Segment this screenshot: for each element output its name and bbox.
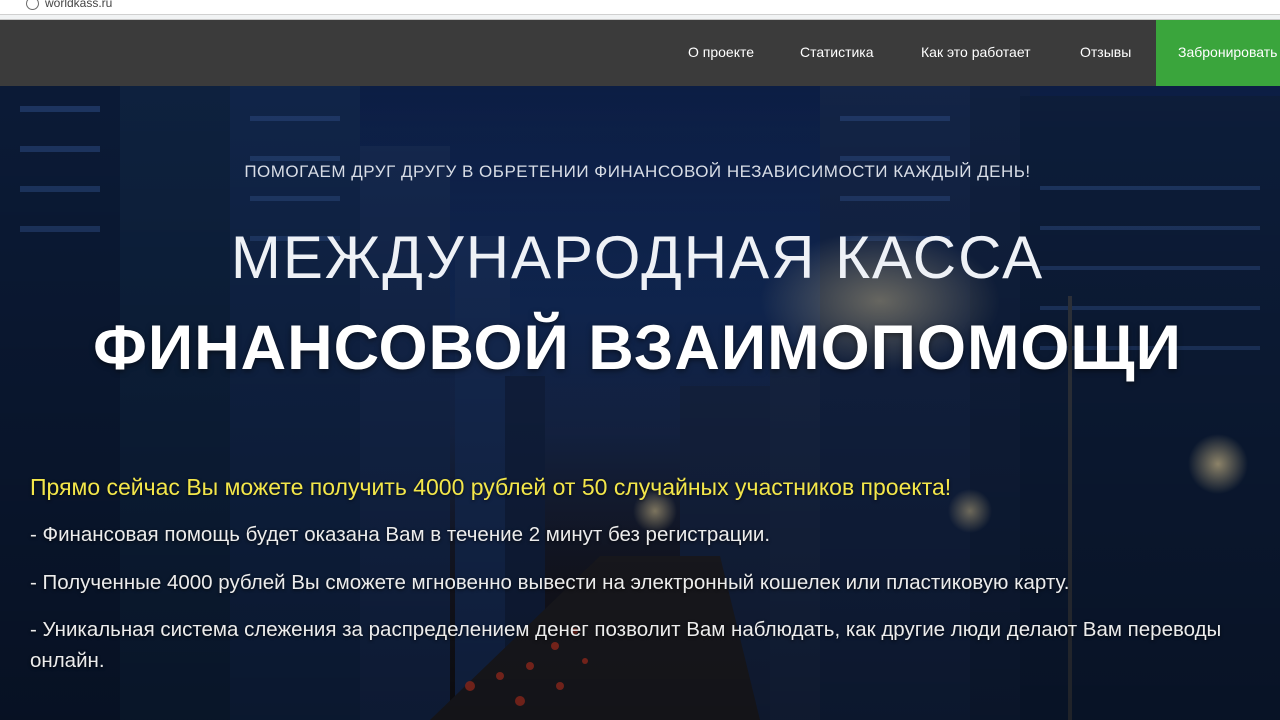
url-field[interactable]: worldkass.ru — [0, 0, 1280, 15]
book-button[interactable]: Забронировать — [1156, 20, 1280, 86]
nav-item-how-it-works[interactable]: Как это работает — [921, 20, 1031, 86]
nav-item-statistics[interactable]: Статистика — [800, 20, 874, 86]
nav-item-reviews[interactable]: Отзывы — [1080, 20, 1131, 86]
browser-address-bar: worldkass.ru — [0, 0, 1280, 20]
nav-item-about[interactable]: О проекте — [688, 20, 754, 86]
site-header: О проекте Статистика Как это работает От… — [0, 20, 1280, 86]
info-icon[interactable] — [26, 0, 39, 10]
hero-tagline: ПОМОГАЕМ ДРУГ ДРУГУ В ОБРЕТЕНИИ ФИНАНСОВ… — [244, 162, 1031, 181]
offer-text: Прямо сейчас Вы можете получить 4000 руб… — [30, 474, 952, 500]
benefit-item: - Уникальная система слежения за распред… — [30, 618, 1222, 672]
benefit-item: - Полученные 4000 рублей Вы сможете мгно… — [30, 571, 1070, 594]
url-text[interactable]: worldkass.ru — [45, 0, 112, 10]
benefit-item: - Финансовая помощь будет оказана Вам в … — [30, 523, 771, 546]
book-button-label: Забронировать — [1178, 44, 1278, 60]
hero-title-line2: ФИНАНСОВОЙ ВЗАИМОПОМОЩИ — [93, 313, 1182, 383]
hero-section: ПОМОГАЕМ ДРУГ ДРУГУ В ОБРЕТЕНИИ ФИНАНСОВ… — [0, 86, 1280, 720]
hero-title-line1: МЕЖДУНАРОДНАЯ КАССА — [230, 224, 1045, 291]
